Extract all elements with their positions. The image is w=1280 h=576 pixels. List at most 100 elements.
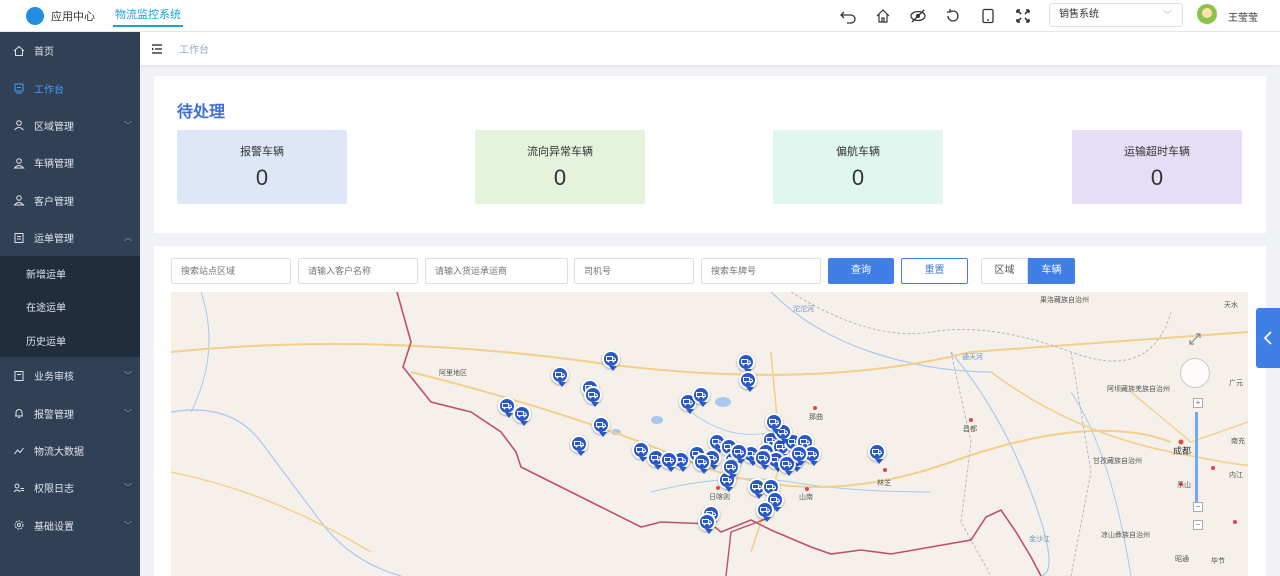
fullscreen-icon[interactable]	[1015, 8, 1031, 24]
sidebar-item-alarm[interactable]: 报警管理 ﹀	[0, 395, 140, 432]
map-card: 查询 重置 区域 车辆	[154, 246, 1266, 576]
vehicle-marker[interactable]	[660, 451, 678, 472]
sidebar-item-area[interactable]: 区域管理 ﹀	[0, 107, 140, 144]
expand-icon[interactable]	[1188, 332, 1202, 346]
system-select-value: 销售系统	[1059, 9, 1099, 20]
stat-alarm-vehicles[interactable]: 报警车辆 0	[177, 130, 347, 204]
pending-card: 待处理 报警车辆 0 流向异常车辆 0 偏航车辆 0 运输超时车辆 0	[154, 76, 1266, 233]
stat-yaw-vehicles[interactable]: 偏航车辆 0	[773, 130, 943, 204]
sidebar-item-home[interactable]: 首页	[0, 32, 140, 69]
vehicle-map[interactable]: 沱沱河 通天河 阿里地区 那曲 昌都 日喀则 山南 林芝 金沙江 成都 甘孜藏族…	[171, 292, 1248, 576]
sidebar-subitem-history[interactable]: 历史运单	[0, 324, 140, 358]
vehicle-marker[interactable]	[756, 501, 774, 522]
sidebar-item-label: 车辆管理	[34, 159, 74, 171]
home-icon	[13, 45, 25, 57]
avatar[interactable]	[1197, 4, 1217, 24]
stat-label: 流向异常车辆	[527, 146, 593, 158]
map-label: 果洛藏族自治州	[1040, 297, 1089, 304]
menu-toggle-icon[interactable]	[151, 43, 163, 55]
vehicle-marker[interactable]	[868, 443, 886, 464]
breadcrumb[interactable]: 工作台	[179, 41, 209, 56]
sidebar-item-waybill[interactable]: 运单管理 ︿	[0, 219, 140, 256]
vehicle-marker[interactable]	[737, 353, 755, 374]
stat-flow-abnormal-vehicles[interactable]: 流向异常车辆 0	[475, 130, 645, 204]
app-center-link[interactable]: 应用中心	[51, 8, 95, 24]
map-label: 成都	[1173, 446, 1192, 456]
system-select[interactable]: 销售系统 ﹀	[1049, 3, 1183, 27]
stat-value: 0	[851, 165, 865, 190]
vehicle-marker[interactable]	[692, 386, 710, 407]
map-label: 广元	[1229, 380, 1243, 387]
map-label: 天水	[1224, 302, 1238, 309]
vehicle-marker[interactable]	[584, 386, 602, 407]
sidebar-item-bigdata[interactable]: 物流大数据	[0, 432, 140, 469]
tablet-icon[interactable]	[980, 8, 996, 24]
sidebar-subitem-in-transit[interactable]: 在途运单	[0, 290, 140, 324]
undo-icon[interactable]	[840, 8, 856, 24]
system-tab-logistics[interactable]: 物流监控系统	[113, 6, 183, 27]
station-area-input[interactable]	[171, 258, 291, 284]
home-outline-icon[interactable]	[875, 8, 891, 24]
carrier-input[interactable]	[425, 258, 568, 284]
map-label: 日喀则	[709, 494, 730, 501]
stat-label: 运输超时车辆	[1124, 146, 1190, 158]
map-zoom-slider[interactable]: + − −	[1193, 398, 1203, 530]
zoom-in-button[interactable]: +	[1193, 398, 1203, 408]
segment-area[interactable]: 区域	[981, 258, 1028, 284]
map-label: 阿里地区	[439, 370, 467, 377]
alarm-icon	[13, 407, 25, 419]
map-label: 甘孜藏族自治州	[1093, 458, 1142, 465]
stat-value: 0	[553, 165, 567, 190]
customer-icon	[13, 194, 25, 206]
zoom-min-button[interactable]: −	[1193, 520, 1203, 530]
sidebar-item-audit[interactable]: 业务审核 ﹀	[0, 357, 140, 394]
sidebar-item-settings[interactable]: 基础设置 ﹀	[0, 507, 140, 544]
vehicle-marker[interactable]	[602, 350, 620, 371]
sidebar-item-customer[interactable]: 客户管理	[0, 182, 140, 219]
vehicle-marker[interactable]	[551, 366, 569, 387]
waybill-icon	[13, 232, 25, 244]
map-label: 乐山	[1177, 482, 1191, 489]
reset-button[interactable]: 重置	[901, 258, 968, 284]
sidebar-subitem-new-waybill[interactable]: 新增运单	[0, 256, 140, 290]
audit-icon	[13, 370, 25, 382]
vehicle-marker[interactable]	[693, 453, 711, 474]
vehicle-marker[interactable]	[698, 513, 716, 534]
refresh-icon[interactable]	[945, 8, 961, 24]
vehicle-marker[interactable]	[739, 371, 757, 392]
vehicle-marker[interactable]	[513, 405, 531, 426]
stat-timeout-vehicles[interactable]: 运输超时车辆 0	[1072, 130, 1242, 204]
map-label: 昌都	[963, 426, 977, 433]
driver-input[interactable]	[574, 258, 694, 284]
eye-hide-icon[interactable]	[910, 8, 926, 24]
username[interactable]: 王莹莹	[1228, 9, 1258, 24]
map-label: 沱沱河	[793, 306, 814, 313]
sidebar-item-vehicle[interactable]: 车辆管理	[0, 144, 140, 181]
vehicle-marker[interactable]	[765, 413, 783, 434]
sidebar-item-label: 报警管理	[34, 409, 74, 421]
map-label: 南充	[1231, 438, 1245, 445]
workbench-icon	[13, 82, 25, 94]
vehicle-marker[interactable]	[730, 443, 748, 464]
plate-number-input[interactable]	[701, 258, 821, 284]
map-label: 山南	[799, 494, 813, 501]
settings-icon	[13, 519, 25, 531]
chevron-left-icon	[1263, 331, 1272, 345]
sidebar-item-label: 物流大数据	[34, 447, 84, 459]
side-panel-toggle[interactable]	[1256, 308, 1280, 368]
vehicle-marker[interactable]	[570, 435, 588, 456]
sidebar-item-label: 权限日志	[34, 484, 74, 496]
query-button[interactable]: 查询	[828, 258, 894, 284]
sidebar-item-label: 客户管理	[34, 196, 74, 208]
breadcrumb-bar: 工作台	[140, 32, 1280, 65]
sidebar-item-workbench[interactable]: 工作台	[0, 69, 140, 106]
vehicle-marker[interactable]	[790, 445, 808, 466]
zoom-track[interactable]	[1195, 412, 1198, 502]
sidebar-item-permission[interactable]: 权限日志 ﹀	[0, 469, 140, 506]
zoom-out-button[interactable]: −	[1193, 502, 1203, 512]
vehicle-marker[interactable]	[592, 416, 610, 437]
vehicle-marker[interactable]	[754, 449, 772, 470]
map-pan-control[interactable]	[1180, 358, 1210, 388]
customer-name-input[interactable]	[298, 258, 418, 284]
segment-vehicle[interactable]: 车辆	[1028, 258, 1075, 284]
